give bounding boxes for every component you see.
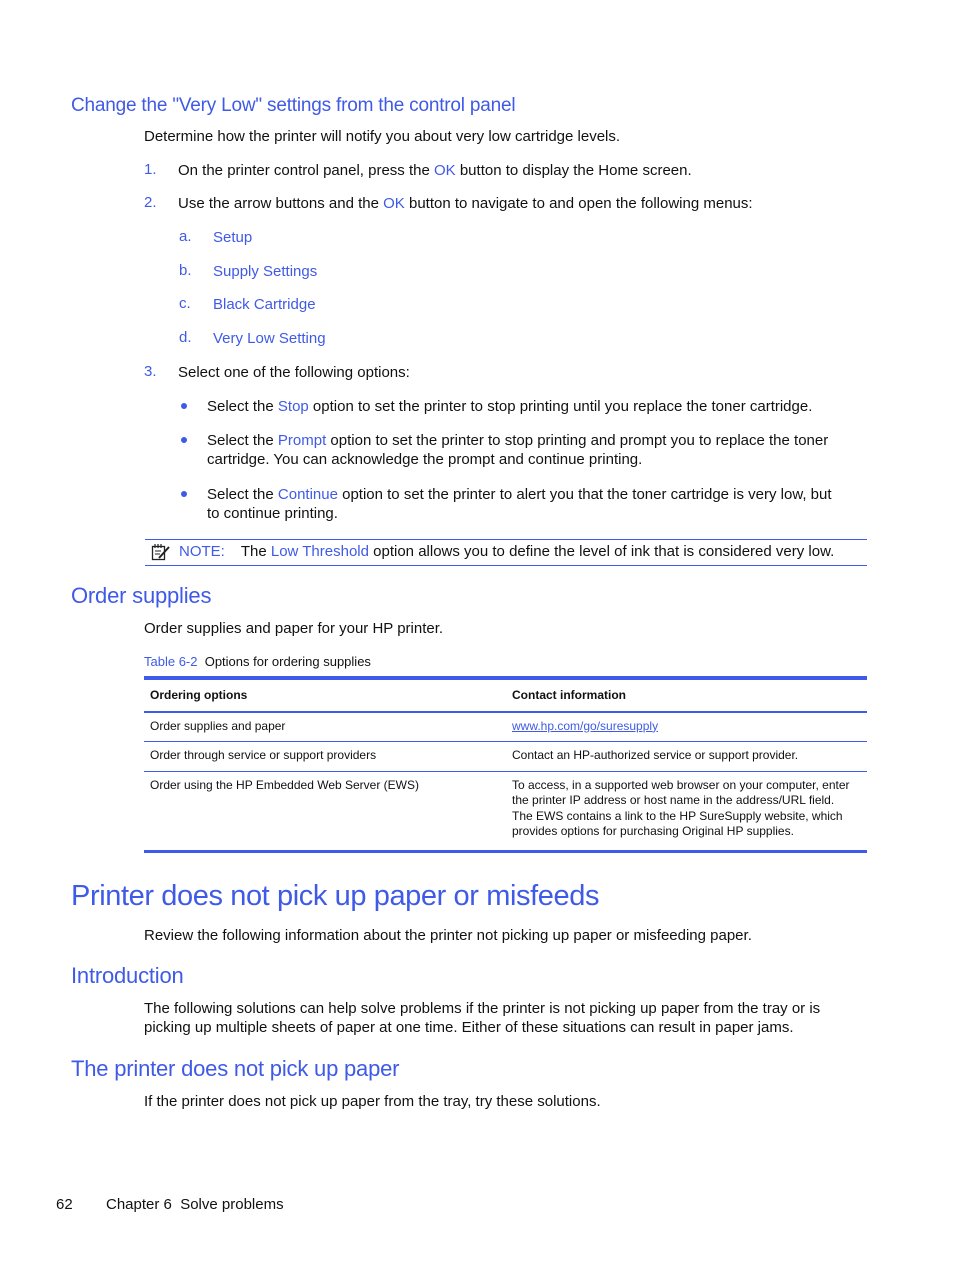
menu-letter: c. <box>179 295 191 312</box>
section-heading-introduction: Introduction <box>71 963 184 988</box>
ordering-options-table: Ordering options Contact information Ord… <box>144 676 867 853</box>
cell-contact: www.hp.com/go/suresupply <box>506 711 867 742</box>
text-line: picking up multiple sheets of paper at o… <box>144 1019 794 1036</box>
chapter-footer: Chapter 6 Solve problems <box>106 1196 284 1213</box>
table-row: Order supplies and paper www.hp.com/go/s… <box>144 711 867 742</box>
note-label: NOTE: <box>179 543 225 560</box>
menu-item-very-low-setting: Very Low Setting <box>213 330 326 347</box>
step-text: button to display the Home screen. <box>455 162 692 179</box>
menu-item-setup: Setup <box>213 229 253 246</box>
ok-button-reference: OK <box>383 195 405 212</box>
note-icon <box>151 543 171 561</box>
option-line: Select the Prompt option to set the prin… <box>207 431 828 450</box>
suresupply-link[interactable]: www.hp.com/go/suresupply <box>512 719 658 733</box>
step-2: Use the arrow buttons and the OK button … <box>178 194 753 213</box>
no-pickup-intro: If the printer does not pick up paper fr… <box>144 1093 601 1110</box>
table-caption: Table 6-2 Options for ordering supplies <box>144 654 371 669</box>
step-text: button to navigate to and open the follo… <box>404 195 753 212</box>
step-3: Select one of the following options: <box>178 364 410 381</box>
table-title: Options for ordering supplies <box>204 654 371 669</box>
option-text: Select the <box>207 398 278 415</box>
note-top-rule <box>145 539 867 540</box>
section-heading-no-pickup: The printer does not pick up paper <box>71 1056 400 1081</box>
cell-option: Order supplies and paper <box>144 711 506 742</box>
introduction-text: The following solutions can help solve p… <box>144 999 820 1037</box>
bullet <box>181 491 187 497</box>
cell-option: Order through service or support provide… <box>144 741 506 772</box>
option-text: option to set the printer to stop printi… <box>326 432 829 449</box>
chapter-section-heading: Printer does not pick up paper or misfee… <box>71 880 600 912</box>
option-line: Select the Continue option to set the pr… <box>207 485 832 504</box>
ok-button-reference: OK <box>433 162 456 179</box>
cell-contact: Contact an HP-authorized service or supp… <box>506 741 867 772</box>
menu-letter: d. <box>179 329 192 346</box>
cell-contact: To access, in a supported web browser on… <box>506 771 867 853</box>
text-line: The following solutions can help solve p… <box>144 1000 821 1017</box>
option-name-prompt: Prompt <box>277 432 327 449</box>
table-header-row: Ordering options Contact information <box>144 676 867 713</box>
step-text: Use the arrow buttons and the <box>178 195 384 212</box>
option-continue: Select the Continue option to set the pr… <box>207 485 832 523</box>
bullet <box>181 437 187 443</box>
option-text: Select the <box>207 432 278 449</box>
option-text: option to set the printer to stop printi… <box>308 398 813 415</box>
note: NOTE: The Low Threshold option allows you… <box>179 542 834 561</box>
option-line: cartridge. You can acknowledge the promp… <box>207 451 643 468</box>
order-supplies-intro: Order supplies and paper for your HP pri… <box>144 620 444 637</box>
step-number: 1. <box>144 161 157 178</box>
table-row: Order through service or support provide… <box>144 741 867 772</box>
note-text: The <box>240 543 271 560</box>
option-prompt: Select the Prompt option to set the prin… <box>207 431 828 469</box>
menu-item-black-cartridge: Black Cartridge <box>213 296 316 313</box>
step-1: On the printer control panel, press the … <box>178 161 692 180</box>
option-text: option to set the printer to alert you t… <box>337 486 832 503</box>
menu-letter: b. <box>179 262 192 279</box>
option-stop: Select the Stop option to set the printe… <box>207 397 812 416</box>
step-number: 3. <box>144 363 157 380</box>
column-header-ordering-options: Ordering options <box>144 676 506 713</box>
option-name-stop: Stop <box>277 398 309 415</box>
cell-option: Order using the HP Embedded Web Server (… <box>144 771 506 853</box>
misfeed-intro: Review the following information about t… <box>144 927 752 944</box>
section-heading-order-supplies: Order supplies <box>71 583 212 608</box>
note-text: option allows you to define the level of… <box>368 543 835 560</box>
section-heading-very-low: Change the "Very Low" settings from the … <box>71 95 516 116</box>
note-highlight: Low Threshold <box>270 543 369 560</box>
bullet <box>181 403 187 409</box>
table-number: Table 6-2 <box>144 654 198 669</box>
column-header-contact-information: Contact information <box>506 676 867 713</box>
step-text: On the printer control panel, press the <box>178 162 434 179</box>
very-low-intro: Determine how the printer will notify yo… <box>144 128 621 145</box>
option-line: to continue printing. <box>207 505 338 522</box>
page-number: 62 <box>56 1196 73 1213</box>
option-text: Select the <box>207 486 278 503</box>
option-name-continue: Continue <box>277 486 338 503</box>
note-bottom-rule <box>145 565 867 566</box>
menu-item-supply-settings: Supply Settings <box>213 263 318 280</box>
table-row: Order using the HP Embedded Web Server (… <box>144 771 867 853</box>
menu-letter: a. <box>179 228 192 245</box>
step-number: 2. <box>144 194 157 211</box>
